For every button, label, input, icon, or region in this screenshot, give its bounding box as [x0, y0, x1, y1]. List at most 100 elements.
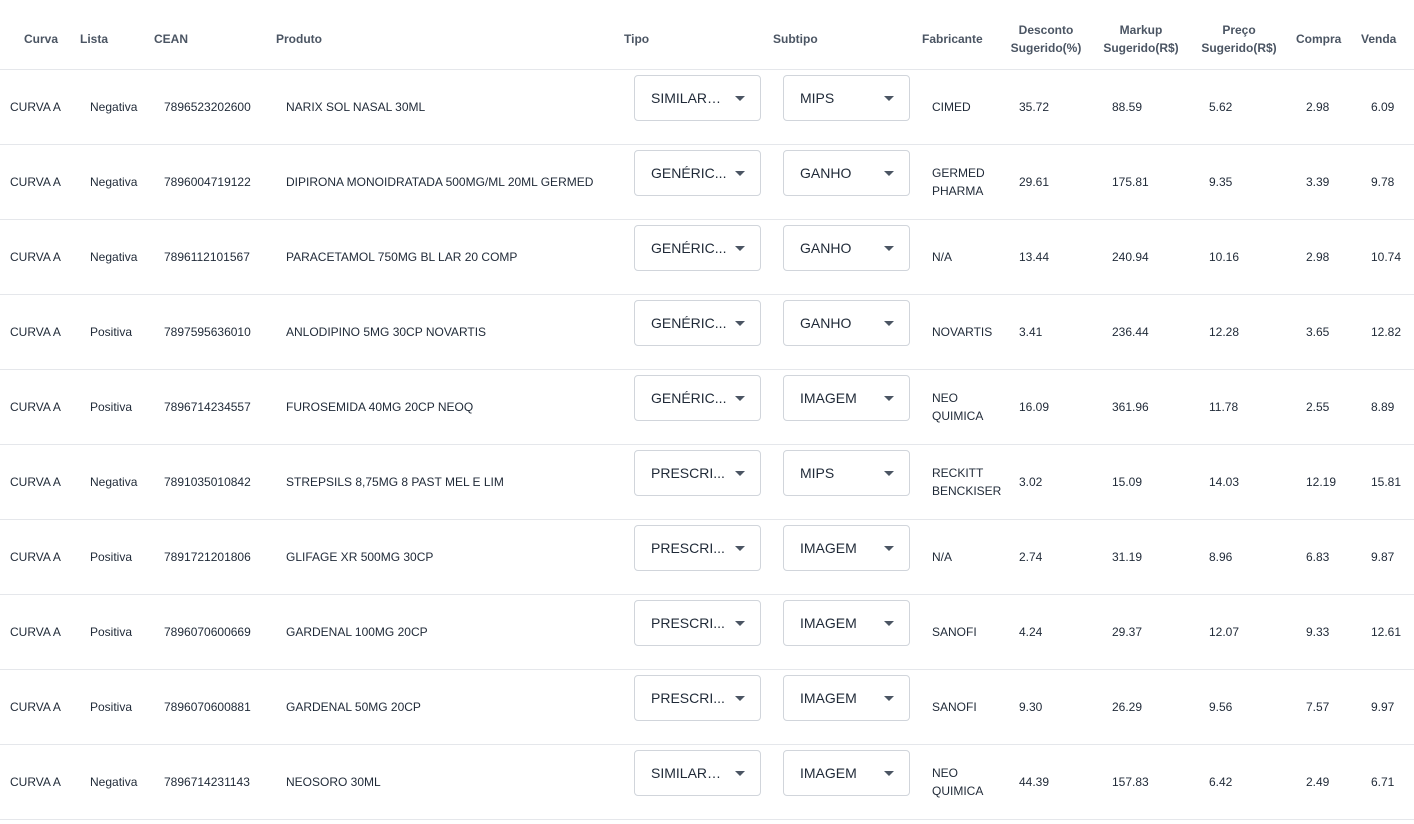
cell-produto: DIPIRONA MONOIDRATADA 500MG/ML 20ML GERM… [286, 175, 594, 189]
cell-lista: Negativa [90, 475, 138, 489]
tipo-select-value: GENÉRIC... [651, 165, 727, 181]
subtipo-select[interactable]: MIPS [783, 75, 910, 121]
subtipo-select-value: GANHO [800, 240, 852, 256]
header-venda[interactable]: Venda [1361, 30, 1396, 48]
header-cean[interactable]: CEAN [154, 30, 188, 48]
chevron-down-icon [884, 471, 894, 476]
cell-fabricante: CIMED [932, 100, 971, 114]
header-preco[interactable]: Preço Sugerido(R$) [1196, 21, 1282, 57]
cell-curva: CURVA A [10, 625, 61, 639]
cell-markup: 236.44 [1112, 325, 1149, 339]
subtipo-select[interactable]: IMAGEM [783, 525, 910, 571]
cell-markup: 15.09 [1112, 475, 1143, 489]
cell-compra: 2.55 [1306, 400, 1330, 414]
chevron-down-icon [735, 396, 745, 401]
cell-fabricante: N/A [932, 550, 953, 564]
chevron-down-icon [884, 396, 894, 401]
cell-compra: 7.57 [1306, 700, 1330, 714]
table-row: CURVA A Negativa 7896714231143 NEOSORO 3… [0, 745, 1414, 820]
subtipo-select-value: IMAGEM [800, 390, 857, 406]
tipo-select[interactable]: PRESCRI... [634, 450, 761, 496]
cell-preco: 8.96 [1209, 550, 1233, 564]
cell-curva: CURVA A [10, 550, 61, 564]
tipo-select[interactable]: GENÉRIC... [634, 375, 761, 421]
cell-compra: 2.98 [1306, 100, 1330, 114]
subtipo-select[interactable]: GANHO [783, 150, 910, 196]
cell-cean: 7897595636010 [164, 325, 251, 339]
tipo-select[interactable]: SIMILARE... [634, 75, 761, 121]
header-curva[interactable]: Curva [24, 30, 58, 48]
subtipo-select[interactable]: IMAGEM [783, 375, 910, 421]
cell-preco: 5.62 [1209, 100, 1233, 114]
cell-curva: CURVA A [10, 400, 61, 414]
cell-markup: 157.83 [1112, 775, 1149, 789]
products-table: Curva Lista CEAN Produto Tipo Subtipo Fa… [0, 0, 1414, 820]
table-row: CURVA A Positiva 7896070600881 GARDENAL … [0, 670, 1414, 745]
tipo-select[interactable]: PRESCRI... [634, 525, 761, 571]
header-markup[interactable]: Markup Sugerido(R$) [1098, 21, 1184, 57]
table-row: CURVA A Negativa 7896523202600 NARIX SOL… [0, 70, 1414, 145]
cell-produto: NEOSORO 30ML [286, 775, 381, 789]
tipo-select[interactable]: GENÉRIC... [634, 150, 761, 196]
subtipo-select-value: GANHO [800, 315, 852, 331]
cell-cean: 7896070600669 [164, 625, 251, 639]
tipo-select[interactable]: SIMILARE... [634, 750, 761, 796]
cell-curva: CURVA A [10, 100, 61, 114]
chevron-down-icon [735, 471, 745, 476]
header-produto[interactable]: Produto [276, 30, 322, 48]
subtipo-select[interactable]: GANHO [783, 225, 910, 271]
header-tipo[interactable]: Tipo [624, 30, 649, 48]
cell-desconto: 9.30 [1019, 700, 1043, 714]
tipo-select[interactable]: PRESCRI... [634, 675, 761, 721]
header-preco-line2: Sugerido(R$) [1201, 41, 1277, 55]
cell-markup: 240.94 [1112, 250, 1149, 264]
header-fabricante[interactable]: Fabricante [922, 30, 983, 48]
cell-venda: 6.71 [1371, 775, 1395, 789]
cell-desconto: 3.02 [1019, 475, 1043, 489]
cell-desconto: 35.72 [1019, 100, 1050, 114]
cell-venda: 9.78 [1371, 175, 1395, 189]
cell-preco: 12.28 [1209, 325, 1240, 339]
subtipo-select-value: IMAGEM [800, 615, 857, 631]
cell-desconto: 29.61 [1019, 175, 1050, 189]
tipo-select-value: PRESCRI... [651, 690, 725, 706]
header-subtipo[interactable]: Subtipo [773, 30, 818, 48]
chevron-down-icon [884, 771, 894, 776]
subtipo-select-value: GANHO [800, 165, 852, 181]
cell-lista: Positiva [90, 550, 133, 564]
tipo-select-value: SIMILARE... [651, 90, 727, 106]
subtipo-select[interactable]: IMAGEM [783, 675, 910, 721]
tipo-select[interactable]: PRESCRI... [634, 600, 761, 646]
cell-compra: 2.49 [1306, 775, 1330, 789]
cell-preco: 9.35 [1209, 175, 1233, 189]
header-preco-line1: Preço [1222, 23, 1256, 37]
chevron-down-icon [735, 96, 745, 101]
cell-curva: CURVA A [10, 475, 61, 489]
cell-preco: 12.07 [1209, 625, 1240, 639]
header-lista[interactable]: Lista [80, 30, 108, 48]
header-compra[interactable]: Compra [1296, 30, 1341, 48]
subtipo-select[interactable]: GANHO [783, 300, 910, 346]
cell-produto: GLIFAGE XR 500MG 30CP [286, 550, 434, 564]
cell-produto: NARIX SOL NASAL 30ML [286, 100, 426, 114]
header-desconto-line1: Desconto [1018, 23, 1074, 37]
cell-markup: 88.59 [1112, 100, 1143, 114]
cell-preco: 9.56 [1209, 700, 1233, 714]
tipo-select[interactable]: GENÉRIC... [634, 225, 761, 271]
cell-produto: FUROSEMIDA 40MG 20CP NEOQ [286, 400, 474, 414]
cell-cean: 7896523202600 [164, 100, 251, 114]
subtipo-select[interactable]: MIPS [783, 450, 910, 496]
header-desconto[interactable]: Desconto Sugerido(%) [1004, 21, 1088, 57]
cell-curva: CURVA A [10, 250, 61, 264]
subtipo-select[interactable]: IMAGEM [783, 750, 910, 796]
cell-venda: 10.74 [1371, 250, 1402, 264]
cell-produto: PARACETAMOL 750MG BL LAR 20 COMP [286, 250, 518, 264]
chevron-down-icon [884, 246, 894, 251]
cell-lista: Positiva [90, 700, 133, 714]
chevron-down-icon [735, 771, 745, 776]
tipo-select[interactable]: GENÉRIC... [634, 300, 761, 346]
cell-venda: 8.89 [1371, 400, 1395, 414]
header-markup-line2: Sugerido(R$) [1103, 41, 1179, 55]
cell-fabricante: GERMED PHARMA [932, 166, 985, 198]
subtipo-select[interactable]: IMAGEM [783, 600, 910, 646]
